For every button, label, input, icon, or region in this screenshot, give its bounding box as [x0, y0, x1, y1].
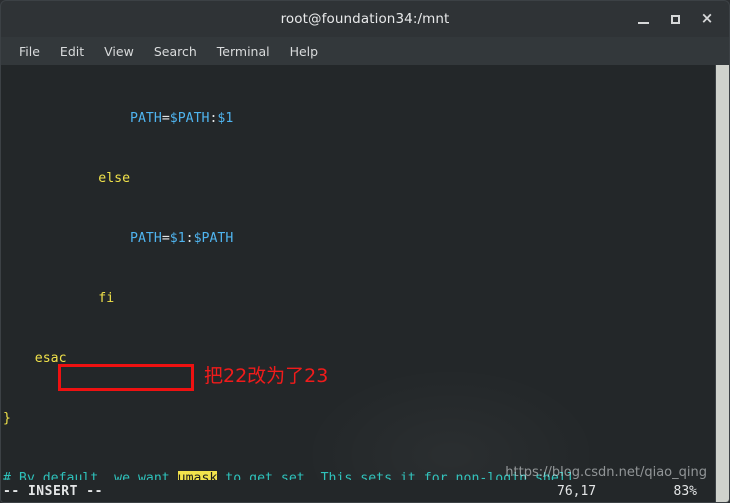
vertical-scrollbar[interactable] — [715, 65, 729, 502]
menu-item-view[interactable]: View — [94, 42, 144, 61]
close-button[interactable]: × — [693, 5, 721, 33]
menu-item-search[interactable]: Search — [144, 42, 207, 61]
code-line: else — [98, 171, 131, 186]
status-bar: -- INSERT -- 76,17 83% — [1, 480, 715, 502]
vim-mode-indicator: -- INSERT -- — [3, 483, 103, 499]
close-icon: × — [700, 8, 714, 27]
code-area[interactable]: PATH=$PATH:$1 else PATH=$1:$PATH fi esac… — [1, 69, 715, 502]
annotation-text: 把22改为了23 — [204, 365, 329, 387]
terminal-window: root@foundation34:/mnt × File Edit View … — [0, 0, 730, 503]
window-titlebar: root@foundation34:/mnt × — [0, 0, 730, 37]
minimize-button[interactable] — [629, 5, 657, 33]
cursor-position: 76,17 — [557, 483, 597, 499]
code-line: } — [3, 411, 11, 426]
code-line: PATH=$PATH:$1 — [130, 111, 234, 126]
code-line: PATH=$1:$PATH — [130, 231, 234, 246]
minimize-icon — [637, 22, 649, 24]
scroll-percent: 83% — [673, 483, 697, 499]
scrollbar-thumb[interactable] — [716, 65, 729, 405]
window-title: root@foundation34:/mnt — [280, 11, 450, 27]
code-line: fi — [98, 291, 115, 306]
menu-bar: File Edit View Search Terminal Help — [0, 37, 730, 65]
menu-item-terminal[interactable]: Terminal — [207, 42, 280, 61]
window-controls: × — [629, 1, 721, 37]
menu-item-file[interactable]: File — [9, 42, 50, 61]
code-line: esac — [34, 351, 67, 366]
vim-editor[interactable]: PATH=$PATH:$1 else PATH=$1:$PATH fi esac… — [1, 65, 715, 502]
menu-item-edit[interactable]: Edit — [50, 42, 94, 61]
menu-item-help[interactable]: Help — [280, 42, 329, 61]
terminal-body: PATH=$PATH:$1 else PATH=$1:$PATH fi esac… — [0, 65, 730, 503]
maximize-button[interactable] — [661, 5, 689, 33]
maximize-icon — [670, 14, 680, 24]
